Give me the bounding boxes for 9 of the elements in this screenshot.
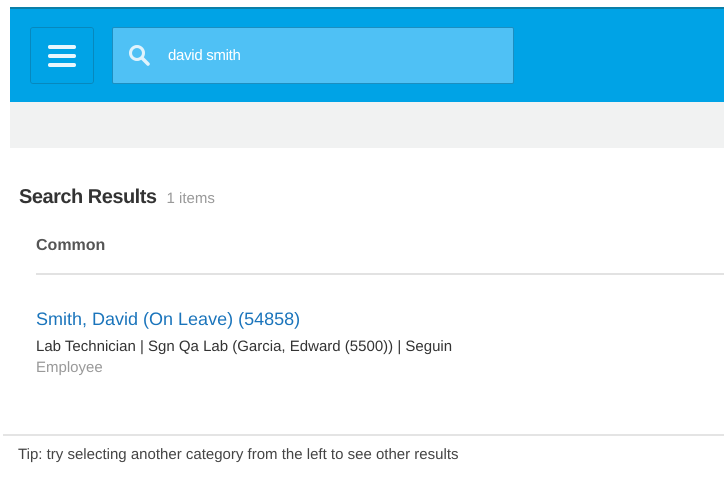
result-link[interactable]: Smith, David (On Leave) (54858) <box>36 309 300 330</box>
tip-text: Tip: try selecting another category from the left to see other results <box>18 446 460 463</box>
menu-icon <box>47 42 77 68</box>
result-count: 1 items <box>166 190 215 207</box>
results-title: Search Results <box>19 186 157 209</box>
menu-button[interactable] <box>30 27 94 84</box>
result-type: Employee <box>36 359 104 376</box>
result-details: Lab Technician | Sgn Qa Lab (Garcia, Edward (5500)) | Seguin <box>36 338 454 355</box>
category-heading: Common <box>36 237 724 275</box>
